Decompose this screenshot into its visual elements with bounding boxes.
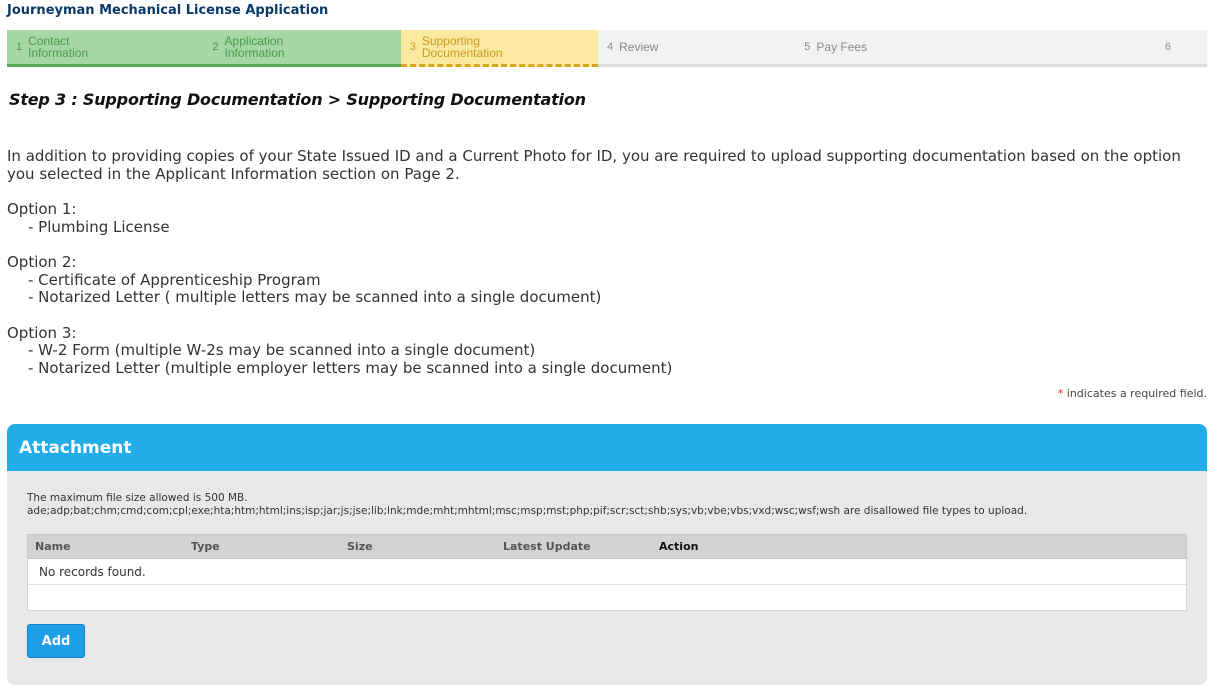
step-label: Contact Information <box>28 34 89 60</box>
option-3-title: Option 3: <box>7 323 77 342</box>
required-note-text: indicates a required field. <box>1063 387 1207 400</box>
instructions: In addition to providing copies of your … <box>7 147 1207 377</box>
file-info: The maximum file size allowed is 500 MB.… <box>27 492 1027 518</box>
step-review: 4 Review <box>597 30 796 67</box>
attachment-table: Name Type Size Latest Update Action No r… <box>27 534 1187 611</box>
step-contact-information[interactable]: 1 Contact Information <box>7 30 204 67</box>
step-number: 6 <box>1164 41 1172 53</box>
app-title: Journeyman Mechanical License Applicatio… <box>7 3 329 18</box>
option-2-title: Option 2: <box>7 253 77 271</box>
step-number: 1 <box>16 41 23 53</box>
intro-text: In addition to providing copies of your … <box>7 147 1181 183</box>
step-label: Pay Fees <box>816 40 868 54</box>
option-2-item: - Certificate of Apprenticeship Program <box>28 270 321 289</box>
table-header: Name Type Size Latest Update Action <box>27 534 1187 559</box>
disallowed-types-text: ade;adp;bat;chm;cmd;com;cpl;exe;hta;htm;… <box>27 505 1028 517</box>
step-number: 4 <box>606 41 614 53</box>
page-title: Step 3 : Supporting Documentation > Supp… <box>9 90 586 109</box>
step-label: Application Information <box>224 34 285 60</box>
option-1-item: - Plumbing License <box>28 217 170 236</box>
option-1-title: Option 1: <box>7 200 77 218</box>
option-2-item: - Notarized Letter ( multiple letters ma… <box>28 288 602 306</box>
step-6: 6 <box>992 30 1208 67</box>
max-file-size-text: The maximum file size allowed is 500 MB. <box>27 492 248 504</box>
column-header-action: Action <box>659 540 699 553</box>
attachment-panel: Attachment The maximum file size allowed… <box>7 424 1207 685</box>
column-header-size[interactable]: Size <box>340 535 496 558</box>
progress-steps: 1 Contact Information 2 Application Info… <box>7 30 1208 67</box>
step-supporting-documentation[interactable]: 3 Supporting Documentation <box>400 30 598 67</box>
attachment-header: Attachment <box>7 424 1207 471</box>
required-field-note: * indicates a required field. <box>1058 387 1207 400</box>
step-number: 3 <box>409 41 416 53</box>
option-3-item: - Notarized Letter (multiple employer le… <box>28 358 673 377</box>
table-body: No records found. <box>27 559 1187 611</box>
column-header-latest-update[interactable]: Latest Update <box>496 535 652 558</box>
step-number: 5 <box>804 41 811 53</box>
step-label: Review <box>619 40 659 54</box>
add-attachment-button[interactable]: Add <box>27 624 85 658</box>
column-header-type[interactable]: Type <box>184 535 340 558</box>
step-number: 2 <box>212 41 219 53</box>
column-header-name[interactable]: Name <box>28 535 184 558</box>
option-3-item: - W-2 Form (multiple W-2s may be scanned… <box>28 341 536 359</box>
step-application-information[interactable]: 2 Application Information <box>203 30 401 67</box>
step-label: Supporting Documentation <box>421 34 503 60</box>
no-records-text: No records found. <box>28 559 1186 585</box>
step-pay-fees: 5 Pay Fees <box>795 30 993 67</box>
